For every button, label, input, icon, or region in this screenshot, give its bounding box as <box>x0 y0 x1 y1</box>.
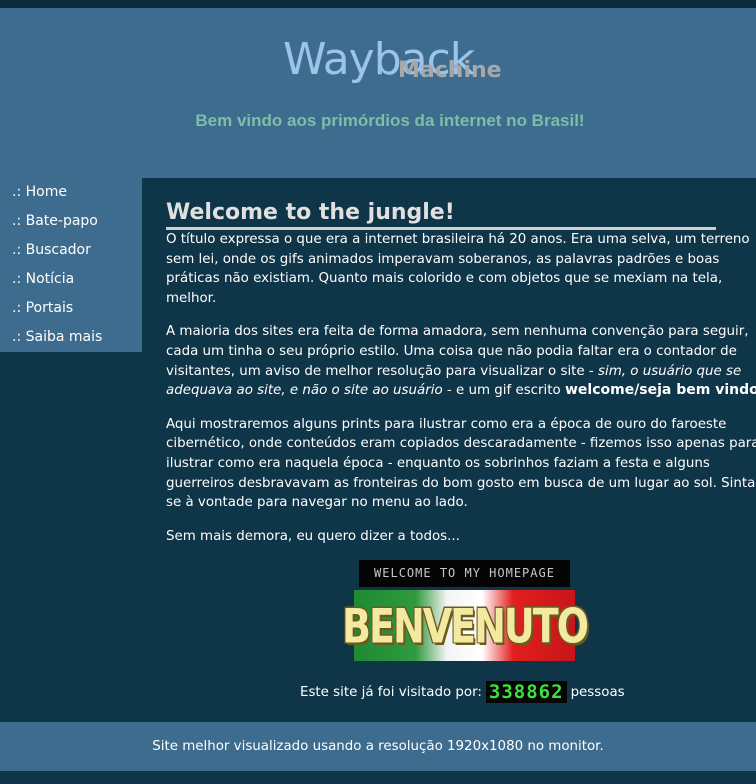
main-content: Welcome to the jungle! O título expressa… <box>166 178 756 546</box>
sidebar-item-buscador[interactable]: .: Buscador <box>0 236 142 265</box>
paragraph-intro: O título expressa o que era a internet b… <box>166 232 750 306</box>
paragraph-amateur-sites-mid: - e um gif escrito <box>442 383 565 399</box>
tagline: Bem vindo aos primórdios da internet no … <box>195 111 585 130</box>
sidebar-item-noticia[interactable]: .: Notícia <box>0 265 142 294</box>
sidebar-item-home[interactable]: .: Home <box>0 178 142 207</box>
sidebar-item-saiba-mais[interactable]: .: Saiba mais <box>0 323 142 352</box>
page-footer: Site melhor visualizado usando a resoluç… <box>0 722 756 771</box>
bottom-strip <box>0 771 756 784</box>
visit-counter-line: Este site já foi visitado por: 338862 pe… <box>300 680 625 704</box>
welcome-banner-gif: WELCOME TO MY HOMEPAGE <box>359 560 570 587</box>
sidebar-item-bate-papo[interactable]: .: Bate-papo <box>0 207 142 236</box>
visit-counter: 338862 <box>485 681 567 703</box>
sidebar-item-portais[interactable]: .: Portais <box>0 294 142 323</box>
benvenuto-banner-gif: BENVENUTO <box>342 590 589 661</box>
visit-counter-prefix: Este site já foi visitado por: <box>300 684 482 700</box>
logo-machine: Machine <box>398 58 502 83</box>
top-strip <box>0 0 756 8</box>
page-header: Wayback Machine Bem vindo aos primórdios… <box>0 8 756 178</box>
page-title: Welcome to the jungle! <box>166 200 716 230</box>
sidebar-nav: .: Home .: Bate-papo .: Buscador .: Notí… <box>0 178 142 352</box>
benvenuto-text: BENVENUTO <box>342 598 589 653</box>
visit-counter-suffix: pessoas <box>570 684 625 700</box>
paragraph-amateur-sites-bold: welcome/seja bem vindo <box>564 382 756 399</box>
paragraph-prints: Aqui mostraremos alguns prints para ilus… <box>166 416 756 511</box>
paragraph-amateur-sites: A maioria dos sites era feita de forma a… <box>166 322 756 400</box>
paragraph-closing: Sem mais demora, eu quero dizer a todos.… <box>166 528 460 544</box>
